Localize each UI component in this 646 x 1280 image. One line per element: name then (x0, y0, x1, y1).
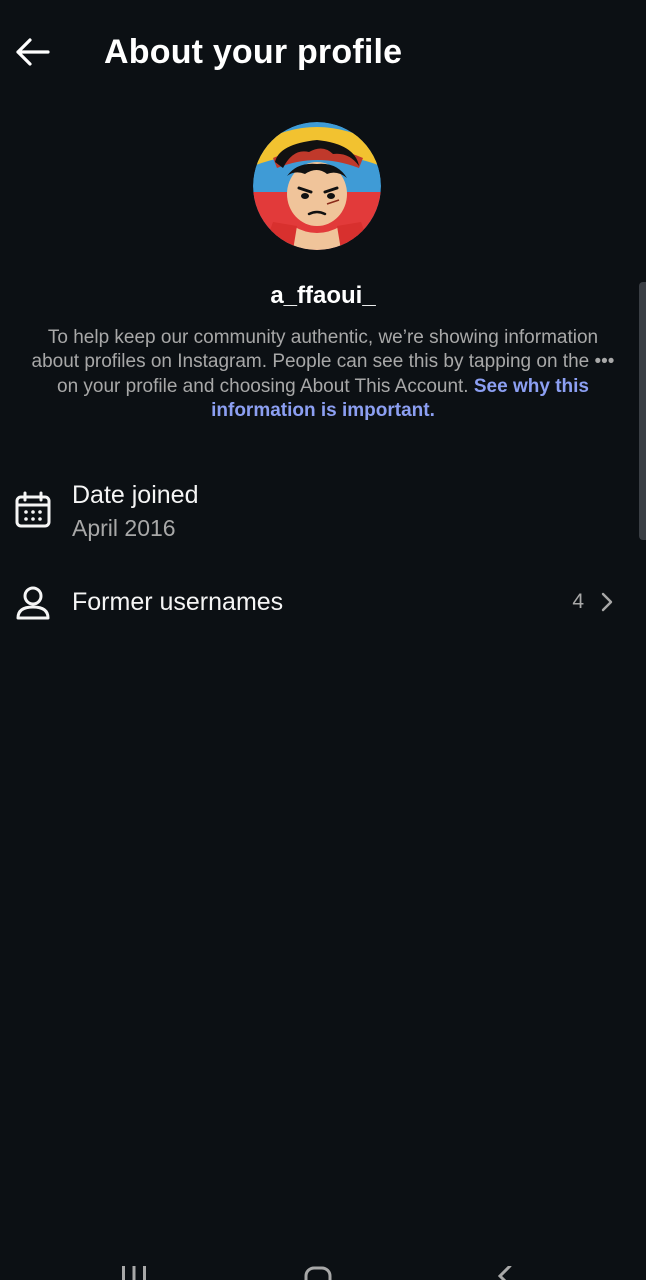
chevron-right-icon (601, 592, 613, 612)
username: a_ffaoui_ (270, 282, 376, 309)
back-button[interactable] (10, 30, 54, 74)
former-usernames-label: Former usernames (72, 588, 284, 616)
header: About your profile (0, 0, 646, 104)
system-navigation-bar (0, 1266, 646, 1280)
avatar[interactable] (253, 122, 381, 250)
recents-icon (122, 1266, 146, 1280)
info-description: To help keep our community authentic, we… (30, 326, 616, 423)
date-joined-row: Date joined April 2016 (0, 476, 646, 552)
former-usernames-count: 4 (572, 590, 584, 613)
calendar-icon (12, 489, 54, 531)
more-dots-icon: ••• (594, 351, 615, 373)
date-joined-label: Date joined (72, 481, 199, 509)
home-button[interactable] (298, 1266, 338, 1280)
info-text-part-2: on your profile and choosing About This … (57, 375, 474, 397)
home-icon (304, 1266, 332, 1280)
scrollbar[interactable] (639, 282, 646, 540)
profile-avatar (253, 122, 381, 250)
former-usernames-row[interactable]: Former usernames 4 (0, 572, 646, 634)
back-chevron-icon (497, 1266, 512, 1280)
info-text-part-1: To help keep our community authentic, we… (31, 327, 599, 373)
system-back-button[interactable] (482, 1266, 522, 1280)
arrow-left-icon (16, 38, 50, 66)
person-icon (12, 582, 54, 624)
date-joined-value: April 2016 (72, 515, 176, 541)
recents-button[interactable] (114, 1266, 154, 1280)
page-title: About your profile (104, 33, 403, 71)
